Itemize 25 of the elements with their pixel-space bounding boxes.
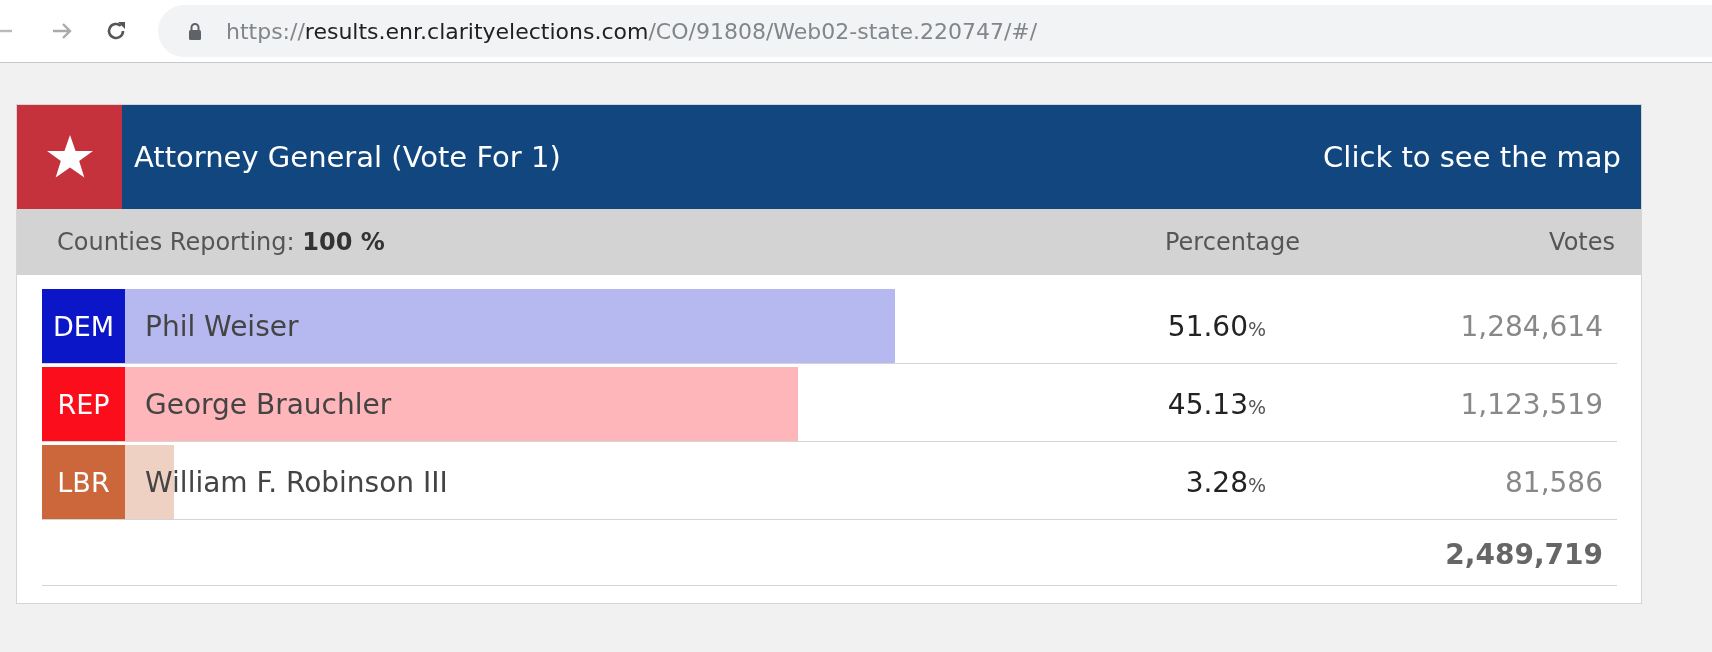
percent-sign: % [1248,318,1268,340]
percentage-value: 45.13 [1167,387,1248,421]
favorite-button[interactable] [17,105,122,209]
map-link[interactable]: Click to see the map [1323,140,1621,174]
url-field[interactable]: https://results.enr.clarityelections.com/CO/91808/Web02-state.220747/#/ [158,5,1712,57]
percentage-value: 51.60 [1167,309,1248,343]
column-header: Votes [1548,228,1615,256]
party-badge: DEM [42,289,125,363]
party-badge: REP [42,367,125,441]
percent-sign: % [1248,474,1268,496]
lock-icon [188,22,202,40]
party-badge: LBR [42,445,125,519]
star-icon [46,135,93,179]
vote-count: 1,284,614 [1459,309,1603,343]
candidate-name: George Brauchler [145,387,393,421]
vote-count: 1,123,519 [1459,387,1603,421]
total-votes: 2,489,719 [1445,537,1603,571]
candidate-name: William F. Robinson III [145,465,449,499]
contest-title: Attorney General (Vote For 1) [134,140,562,174]
candidate-name: Phil Weiser [145,309,300,343]
percent-sign: % [1248,396,1268,418]
vote-count: 81,586 [1504,465,1603,499]
column-header: Percentage [1164,228,1300,256]
percentage-value: 3.28 [1185,465,1248,499]
reporting-label: Counties Reporting: 100 % [57,228,386,256]
